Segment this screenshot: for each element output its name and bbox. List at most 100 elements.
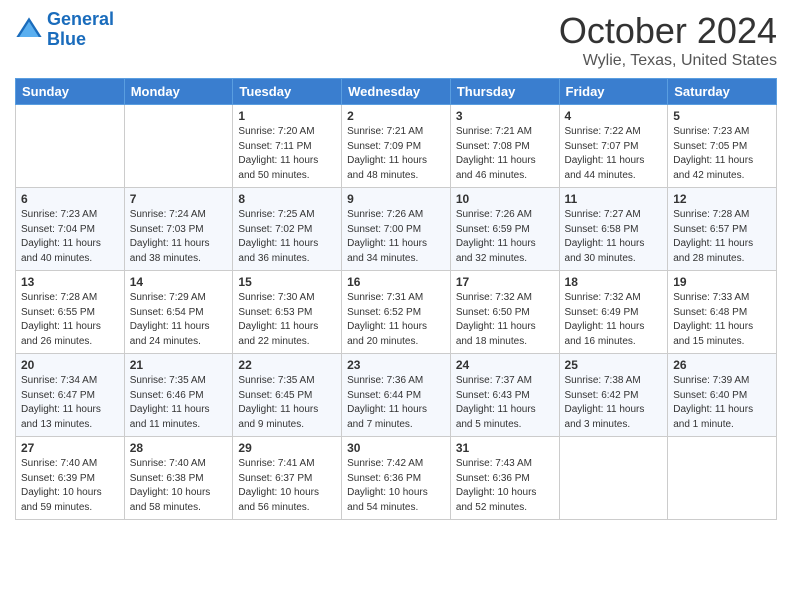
title-block: October 2024 Wylie, Texas, United States <box>559 10 777 70</box>
calendar-table: SundayMondayTuesdayWednesdayThursdayFrid… <box>15 78 777 520</box>
day-info: Sunrise: 7:28 AM Sunset: 6:55 PM Dayligh… <box>21 291 119 349</box>
day-info: Sunrise: 7:38 AM Sunset: 6:42 PM Dayligh… <box>565 374 663 432</box>
calendar-cell: 1 Sunrise: 7:20 AM Sunset: 7:11 PM Daylig… <box>233 105 342 188</box>
day-info: Sunrise: 7:34 AM Sunset: 6:47 PM Dayligh… <box>21 374 119 432</box>
day-info: Sunrise: 7:21 AM Sunset: 7:09 PM Dayligh… <box>347 125 445 183</box>
calendar-cell: 12 Sunrise: 7:28 AM Sunset: 6:57 PM Dayli… <box>668 188 777 271</box>
day-number: 26 <box>673 358 771 372</box>
calendar-cell <box>668 437 777 520</box>
day-info: Sunrise: 7:20 AM Sunset: 7:11 PM Dayligh… <box>238 125 336 183</box>
day-number: 10 <box>456 192 554 206</box>
location: Wylie, Texas, United States <box>559 52 777 70</box>
logo-icon <box>15 16 43 44</box>
calendar-cell: 7 Sunrise: 7:24 AM Sunset: 7:03 PM Daylig… <box>124 188 233 271</box>
calendar-cell: 14Sunrise: 7:29 AM Sunset: 6:54 PM Dayli… <box>124 271 233 354</box>
col-header-wednesday: Wednesday <box>342 79 451 105</box>
calendar-cell: 16 Sunrise: 7:31 AM Sunset: 6:52 PM Dayli… <box>342 271 451 354</box>
day-info: Sunrise: 7:32 AM Sunset: 6:50 PM Dayligh… <box>456 291 554 349</box>
calendar-cell: 17Sunrise: 7:32 AM Sunset: 6:50 PM Dayli… <box>450 271 559 354</box>
col-header-tuesday: Tuesday <box>233 79 342 105</box>
day-info: Sunrise: 7:35 AM Sunset: 6:45 PM Dayligh… <box>238 374 336 432</box>
day-info: Sunrise: 7:35 AM Sunset: 6:46 PM Dayligh… <box>130 374 228 432</box>
day-number: 12 <box>673 192 771 206</box>
day-number: 28 <box>130 441 228 455</box>
month-title: October 2024 <box>559 10 777 52</box>
day-number: 7 <box>130 192 228 206</box>
day-info: Sunrise: 7:23 AM Sunset: 7:04 PM Dayligh… <box>21 208 119 266</box>
calendar-cell <box>559 437 668 520</box>
day-info: Sunrise: 7:22 AM Sunset: 7:07 PM Dayligh… <box>565 125 663 183</box>
calendar-cell: 19 Sunrise: 7:33 AM Sunset: 6:48 PM Dayli… <box>668 271 777 354</box>
col-header-friday: Friday <box>559 79 668 105</box>
day-info: Sunrise: 7:28 AM Sunset: 6:57 PM Dayligh… <box>673 208 771 266</box>
day-info: Sunrise: 7:21 AM Sunset: 7:08 PM Dayligh… <box>456 125 554 183</box>
day-info: Sunrise: 7:26 AM Sunset: 7:00 PM Dayligh… <box>347 208 445 266</box>
week-row-2: 6 Sunrise: 7:23 AM Sunset: 7:04 PM Daylig… <box>16 188 777 271</box>
day-info: Sunrise: 7:23 AM Sunset: 7:05 PM Dayligh… <box>673 125 771 183</box>
day-number: 22 <box>238 358 336 372</box>
logo-text: General Blue <box>47 10 114 50</box>
day-info: Sunrise: 7:31 AM Sunset: 6:52 PM Dayligh… <box>347 291 445 349</box>
day-number: 13 <box>21 275 119 289</box>
calendar-cell <box>16 105 125 188</box>
day-info: Sunrise: 7:43 AM Sunset: 6:36 PM Dayligh… <box>456 457 554 515</box>
day-number: 19 <box>673 275 771 289</box>
calendar-cell: 27Sunrise: 7:40 AM Sunset: 6:39 PM Dayli… <box>16 437 125 520</box>
calendar-cell: 15 Sunrise: 7:30 AM Sunset: 6:53 PM Dayli… <box>233 271 342 354</box>
calendar-cell: 25 Sunrise: 7:38 AM Sunset: 6:42 PM Dayli… <box>559 354 668 437</box>
calendar-cell: 10 Sunrise: 7:26 AM Sunset: 6:59 PM Dayli… <box>450 188 559 271</box>
calendar-cell: 31Sunrise: 7:43 AM Sunset: 6:36 PM Dayli… <box>450 437 559 520</box>
day-number: 20 <box>21 358 119 372</box>
col-header-saturday: Saturday <box>668 79 777 105</box>
day-info: Sunrise: 7:24 AM Sunset: 7:03 PM Dayligh… <box>130 208 228 266</box>
calendar-cell: 6 Sunrise: 7:23 AM Sunset: 7:04 PM Daylig… <box>16 188 125 271</box>
calendar-cell: 3 Sunrise: 7:21 AM Sunset: 7:08 PM Daylig… <box>450 105 559 188</box>
calendar-cell: 2Sunrise: 7:21 AM Sunset: 7:09 PM Daylig… <box>342 105 451 188</box>
day-number: 21 <box>130 358 228 372</box>
col-header-monday: Monday <box>124 79 233 105</box>
day-info: Sunrise: 7:41 AM Sunset: 6:37 PM Dayligh… <box>238 457 336 515</box>
calendar-cell: 22 Sunrise: 7:35 AM Sunset: 6:45 PM Dayli… <box>233 354 342 437</box>
day-number: 14 <box>130 275 228 289</box>
calendar-cell: 13 Sunrise: 7:28 AM Sunset: 6:55 PM Dayli… <box>16 271 125 354</box>
day-number: 25 <box>565 358 663 372</box>
day-number: 9 <box>347 192 445 206</box>
calendar-cell: 4 Sunrise: 7:22 AM Sunset: 7:07 PM Daylig… <box>559 105 668 188</box>
day-info: Sunrise: 7:26 AM Sunset: 6:59 PM Dayligh… <box>456 208 554 266</box>
day-number: 4 <box>565 109 663 123</box>
calendar-cell: 5 Sunrise: 7:23 AM Sunset: 7:05 PM Daylig… <box>668 105 777 188</box>
day-number: 30 <box>347 441 445 455</box>
calendar-cell: 11Sunrise: 7:27 AM Sunset: 6:58 PM Dayli… <box>559 188 668 271</box>
calendar-cell: 30 Sunrise: 7:42 AM Sunset: 6:36 PM Dayli… <box>342 437 451 520</box>
header: General Blue October 2024 Wylie, Texas, … <box>15 10 777 70</box>
day-number: 18 <box>565 275 663 289</box>
page-container: General Blue October 2024 Wylie, Texas, … <box>0 0 792 530</box>
calendar-cell: 9 Sunrise: 7:26 AM Sunset: 7:00 PM Daylig… <box>342 188 451 271</box>
day-info: Sunrise: 7:25 AM Sunset: 7:02 PM Dayligh… <box>238 208 336 266</box>
calendar-cell: 21 Sunrise: 7:35 AM Sunset: 6:46 PM Dayli… <box>124 354 233 437</box>
day-info: Sunrise: 7:40 AM Sunset: 6:38 PM Dayligh… <box>130 457 228 515</box>
day-info: Sunrise: 7:30 AM Sunset: 6:53 PM Dayligh… <box>238 291 336 349</box>
day-number: 24 <box>456 358 554 372</box>
day-info: Sunrise: 7:33 AM Sunset: 6:48 PM Dayligh… <box>673 291 771 349</box>
day-number: 6 <box>21 192 119 206</box>
day-number: 8 <box>238 192 336 206</box>
calendar-cell: 24Sunrise: 7:37 AM Sunset: 6:43 PM Dayli… <box>450 354 559 437</box>
day-info: Sunrise: 7:42 AM Sunset: 6:36 PM Dayligh… <box>347 457 445 515</box>
calendar-cell: 8 Sunrise: 7:25 AM Sunset: 7:02 PM Daylig… <box>233 188 342 271</box>
day-number: 15 <box>238 275 336 289</box>
day-info: Sunrise: 7:27 AM Sunset: 6:58 PM Dayligh… <box>565 208 663 266</box>
day-number: 16 <box>347 275 445 289</box>
day-number: 5 <box>673 109 771 123</box>
day-number: 1 <box>238 109 336 123</box>
col-header-sunday: Sunday <box>16 79 125 105</box>
day-number: 3 <box>456 109 554 123</box>
col-header-thursday: Thursday <box>450 79 559 105</box>
day-number: 23 <box>347 358 445 372</box>
calendar-cell: 28 Sunrise: 7:40 AM Sunset: 6:38 PM Dayli… <box>124 437 233 520</box>
day-number: 29 <box>238 441 336 455</box>
calendar-cell <box>124 105 233 188</box>
calendar-cell: 29 Sunrise: 7:41 AM Sunset: 6:37 PM Dayli… <box>233 437 342 520</box>
week-row-4: 20 Sunrise: 7:34 AM Sunset: 6:47 PM Dayli… <box>16 354 777 437</box>
calendar-cell: 18Sunrise: 7:32 AM Sunset: 6:49 PM Dayli… <box>559 271 668 354</box>
